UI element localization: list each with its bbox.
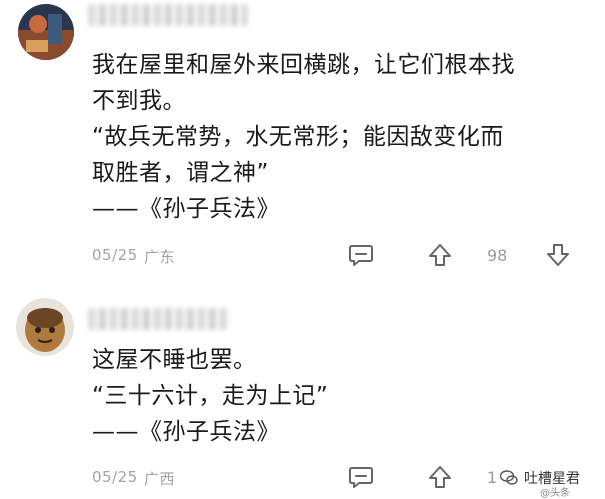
reply-bubble-icon — [349, 467, 373, 488]
username-blurred[interactable] — [88, 308, 228, 330]
reply-button[interactable] — [346, 240, 376, 270]
watermark-sub: @头条 — [540, 488, 570, 499]
like-count: 98 — [487, 246, 508, 265]
comment-text-line: 不到我。 — [92, 88, 186, 114]
comment-text-line: 我在屋里和屋外来回横跳，让它们根本找 — [92, 52, 515, 78]
arrow-up-icon — [429, 244, 451, 266]
watermark: 吐槽星君 @头条 — [500, 464, 603, 499]
comment-location: 广西 — [144, 470, 176, 488]
avatar[interactable] — [16, 298, 74, 356]
like-count: 1 — [487, 468, 498, 487]
arrow-down-icon — [547, 244, 569, 266]
comment-text-line: 取胜者，谓之神” — [92, 160, 269, 186]
reply-bubble-icon — [349, 245, 373, 266]
avatar[interactable] — [18, 4, 74, 60]
downvote-button[interactable] — [543, 240, 573, 270]
comment-date: 05/25 — [92, 246, 138, 264]
username-blurred[interactable] — [88, 4, 248, 26]
upvote-button[interactable] — [425, 462, 455, 492]
arrow-up-icon — [429, 466, 451, 488]
upvote-button[interactable] — [425, 240, 455, 270]
comment-date: 05/25 — [92, 468, 138, 486]
comment-text-line: ——《孙子兵法》 — [92, 196, 280, 222]
comment-location: 广东 — [144, 248, 176, 266]
comment-text-line: “三十六计，走为上记” — [92, 383, 329, 409]
comment-text-line: 这屋不睡也罢。 — [92, 347, 257, 373]
comment-text-line: ——《孙子兵法》 — [92, 419, 280, 445]
wechat-logo-icon — [500, 470, 518, 485]
comment-1: 我在屋里和屋外来回横跳，让它们根本找 不到我。 “故兵无常势，水无常形；能因敌变… — [0, 0, 605, 285]
reply-button[interactable] — [346, 462, 376, 492]
comment-text-line: “故兵无常势，水无常形；能因敌变化而 — [92, 124, 504, 150]
